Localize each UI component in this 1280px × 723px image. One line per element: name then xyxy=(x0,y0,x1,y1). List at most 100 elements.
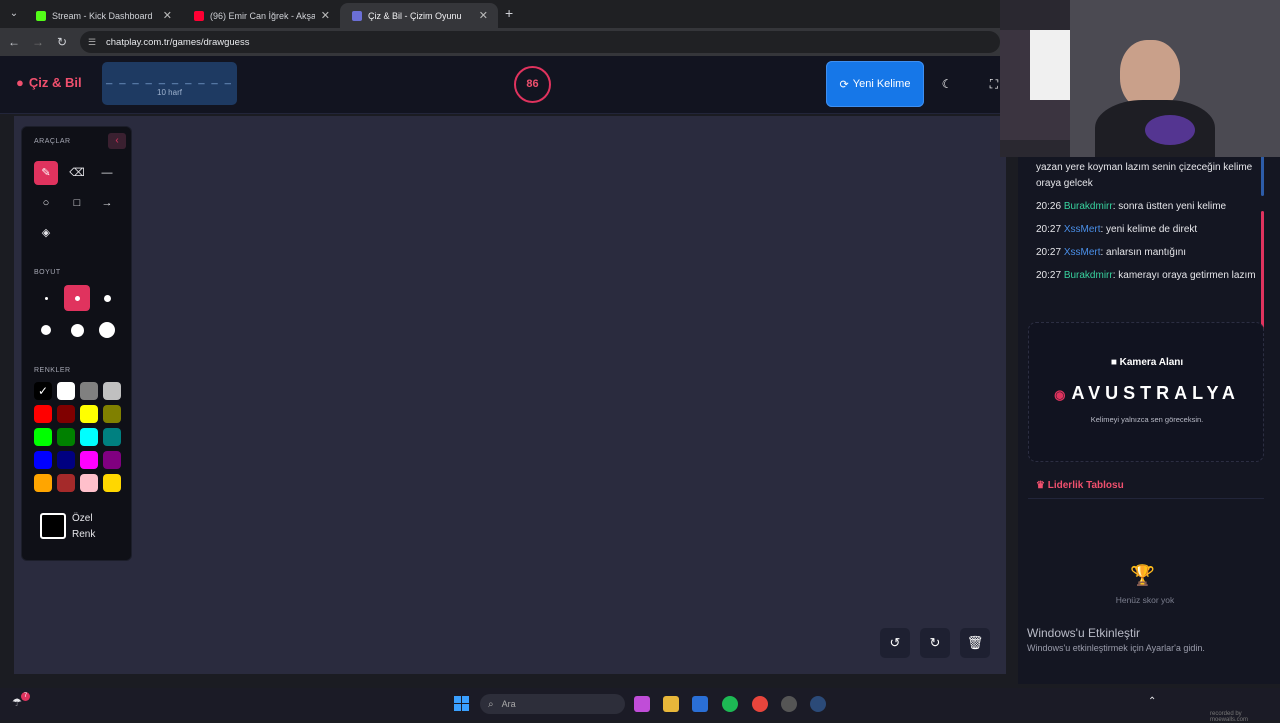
custom-color-picker[interactable] xyxy=(40,513,66,539)
color-swatch[interactable] xyxy=(34,474,52,492)
chat-scroll-thumb[interactable] xyxy=(1261,156,1264,196)
color-swatch[interactable] xyxy=(57,451,75,469)
webcam-light xyxy=(1145,115,1195,145)
size-dot xyxy=(41,325,51,335)
camera-area: ■ Kamera Alanı ◉ AVUSTRALYA Kelimeyi yaln… xyxy=(1028,322,1264,462)
chat-username[interactable]: Burakdmirr xyxy=(1064,201,1113,212)
color-swatch[interactable] xyxy=(57,428,75,446)
circle-icon[interactable]: ○ xyxy=(34,191,58,215)
new-word-button[interactable]: ⟳ Yeni Kelime xyxy=(826,61,924,107)
windows-taskbar: ☂ 7 ⌕ Ara ⌃ xyxy=(0,688,1280,720)
rectangle-icon[interactable]: □ xyxy=(65,191,89,215)
chat-username[interactable]: XssMert xyxy=(1064,224,1101,235)
chat-text: : kamerayı oraya getirmen lazım xyxy=(1112,270,1256,281)
back-arrow-icon[interactable]: ← xyxy=(6,34,22,50)
trash-icon[interactable]: 🗑 xyxy=(960,628,990,658)
forward-arrow-icon[interactable]: → xyxy=(30,34,46,50)
color-swatch[interactable] xyxy=(34,451,52,469)
tab-search-icon[interactable]: ⌄ xyxy=(6,6,22,22)
steam-icon[interactable] xyxy=(810,696,826,712)
tab-ciz-bil[interactable]: Çiz & Bil - Çizim Oyunu ✕ xyxy=(340,3,498,28)
chat-time: 20:26 xyxy=(1036,201,1062,212)
redo-icon[interactable]: ↻ xyxy=(920,628,950,658)
arrow-icon[interactable]: → xyxy=(95,191,119,215)
size-option[interactable] xyxy=(64,317,90,343)
copilot-icon[interactable] xyxy=(634,696,650,712)
color-swatch[interactable] xyxy=(103,428,121,446)
word-length-label: 10 harf xyxy=(157,88,182,97)
pen-icon[interactable]: ✎ xyxy=(34,161,58,185)
word-mask: _ _ _ _ _ _ _ _ _ _ xyxy=(106,73,233,85)
chat-username[interactable]: XssMert xyxy=(1064,247,1101,258)
new-tab-plus-icon[interactable]: + xyxy=(505,5,513,21)
file-explorer-icon[interactable] xyxy=(663,696,679,712)
site-info-icon[interactable]: ☰ xyxy=(88,37,98,47)
color-swatch[interactable] xyxy=(57,382,75,400)
close-tab-icon[interactable]: ✕ xyxy=(163,9,172,22)
custom-color-label-line1: Özel xyxy=(72,513,93,524)
store-icon[interactable] xyxy=(692,696,708,712)
color-swatch[interactable] xyxy=(103,405,121,423)
color-swatch[interactable] xyxy=(34,428,52,446)
trophy-icon: 🏆 xyxy=(1130,565,1155,587)
tab-youtube[interactable]: (96) Emir Can İğrek - Akşamcı | ✕ xyxy=(182,3,340,28)
windows-activation-title: Windows'u Etkinleştir xyxy=(1027,626,1140,640)
chat-message: 20:26 Burakdmirr: sonra üstten yeni keli… xyxy=(1036,199,1256,215)
word-hint-box: _ _ _ _ _ _ _ _ _ _ 10 harf xyxy=(102,62,237,105)
color-swatch[interactable] xyxy=(57,474,75,492)
color-swatch[interactable] xyxy=(103,474,121,492)
color-swatch[interactable] xyxy=(80,382,98,400)
close-tab-icon[interactable]: ✕ xyxy=(321,9,330,22)
size-option[interactable] xyxy=(94,285,120,311)
windows-start-icon[interactable] xyxy=(454,696,470,712)
size-option[interactable] xyxy=(33,285,59,311)
line-icon[interactable]: — xyxy=(95,161,119,185)
chrome-icon[interactable] xyxy=(752,696,768,712)
reload-icon[interactable]: ↻ xyxy=(54,34,70,50)
fill-bucket-icon[interactable]: ◈ xyxy=(34,221,58,245)
size-option[interactable] xyxy=(94,317,120,343)
size-dot xyxy=(103,294,111,302)
chat-time: 20:27 xyxy=(1036,270,1062,281)
color-swatch[interactable] xyxy=(57,405,75,423)
color-swatch[interactable] xyxy=(80,428,98,446)
dark-mode-moon-icon[interactable]: ☾ xyxy=(932,71,962,97)
obs-icon[interactable] xyxy=(781,696,797,712)
chat-text: : yeni kelime de direkt xyxy=(1100,224,1198,235)
leaderboard-empty: Henüz skor yok xyxy=(1115,595,1175,605)
chat-username[interactable]: Burakdmirr xyxy=(1064,270,1113,281)
size-option[interactable] xyxy=(64,285,90,311)
windows-activation-subtitle: Windows'u etkinleştirmek için Ayarlar'a … xyxy=(1027,643,1205,653)
collapse-panel-chevron-icon[interactable]: ‹ xyxy=(108,133,126,149)
webcam-poster xyxy=(1030,30,1070,100)
camera-area-title: ■ Kamera Alanı xyxy=(1029,357,1265,368)
countdown-timer: 86 xyxy=(514,66,551,103)
brand-logo[interactable]: ● Çiz & Bil xyxy=(16,75,82,90)
video-camera-icon: ■ xyxy=(1110,357,1117,368)
spotify-icon[interactable] xyxy=(722,696,738,712)
close-tab-icon[interactable]: ✕ xyxy=(479,9,488,22)
color-swatch[interactable]: ✓ xyxy=(34,382,52,400)
size-option[interactable] xyxy=(33,317,59,343)
taskbar-search[interactable]: ⌕ Ara xyxy=(480,694,625,714)
color-swatch[interactable] xyxy=(80,451,98,469)
colors-section-label: RENKLER xyxy=(34,367,71,374)
color-swatch[interactable] xyxy=(103,382,121,400)
color-swatch[interactable] xyxy=(80,405,98,423)
color-swatch[interactable] xyxy=(80,474,98,492)
color-swatch[interactable] xyxy=(103,451,121,469)
notification-badge: 7 xyxy=(21,692,30,701)
eraser-icon[interactable]: ⌫ xyxy=(65,161,89,185)
undo-icon[interactable]: ↺ xyxy=(880,628,910,658)
system-tray-icon[interactable]: ⌃ xyxy=(1148,696,1156,707)
camera-area-title-text: Kamera Alanı xyxy=(1119,357,1184,368)
search-placeholder: Ara xyxy=(501,699,516,709)
palette-icon: ● xyxy=(16,75,24,90)
url-field[interactable]: ☰ chatplay.com.tr/games/drawguess xyxy=(80,31,1000,53)
tab-kick-dashboard[interactable]: Stream - Kick Dashboard ✕ xyxy=(24,3,182,28)
color-swatch[interactable] xyxy=(34,405,52,423)
drawing-canvas[interactable] xyxy=(14,116,1006,674)
size-section-label: BOYUT xyxy=(34,269,61,276)
custom-color-label-line2: Renk xyxy=(72,529,96,540)
tab-title: (96) Emir Can İğrek - Akşamcı | xyxy=(210,10,315,21)
